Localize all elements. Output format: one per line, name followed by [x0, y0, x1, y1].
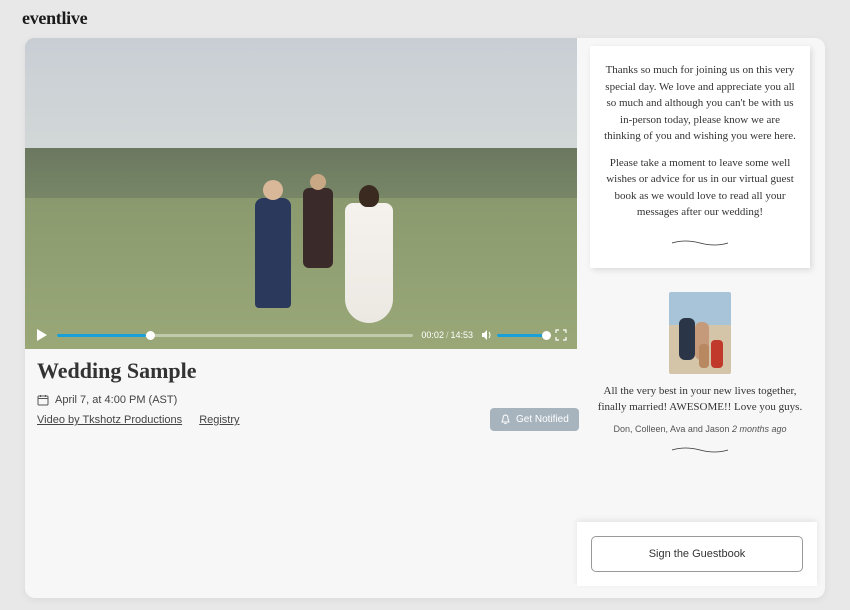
brand-logo[interactable]: eventlive [22, 8, 87, 29]
flourish-icon [670, 446, 730, 454]
volume-fill [497, 334, 547, 337]
volume-icon[interactable] [481, 329, 493, 341]
flourish-icon [670, 239, 730, 247]
brand-prefix: event [22, 8, 61, 28]
guestbook-time: 2 months ago [732, 424, 787, 434]
calendar-icon [37, 394, 49, 406]
photo-people [677, 318, 723, 368]
guestbook-signature: Don, Colleen, Ava and Jason 2 months ago [590, 424, 810, 434]
video-subjects [255, 178, 405, 318]
volume-control [481, 329, 547, 341]
sidebar: Thanks so much for joining us on this ve… [590, 46, 810, 466]
video-player[interactable]: 00:02/14:53 [25, 38, 577, 349]
credit-link[interactable]: Video by Tkshotz Productions [37, 414, 182, 426]
progress-fill [57, 334, 146, 337]
progress-bar[interactable] [57, 334, 413, 337]
fullscreen-icon[interactable] [555, 329, 567, 341]
duration: 14:53 [450, 330, 473, 340]
event-card: 00:02/14:53 Wedding Sample April 7, at 4… [25, 38, 825, 598]
host-message: Thanks so much for joining us on this ve… [590, 46, 810, 268]
registry-link[interactable]: Registry [199, 414, 239, 426]
current-time: 00:02 [421, 330, 444, 340]
brand-suffix: live [61, 8, 87, 28]
host-message-p2: Please take a moment to leave some well … [602, 155, 798, 221]
progress-thumb[interactable] [146, 331, 155, 340]
play-icon[interactable] [35, 328, 49, 342]
host-message-p1: Thanks so much for joining us on this ve… [602, 62, 798, 145]
notify-label: Get Notified [516, 414, 569, 425]
get-notified-button[interactable]: Get Notified [490, 408, 579, 431]
bride-figure [345, 203, 393, 323]
volume-thumb[interactable] [542, 331, 551, 340]
video-title: Wedding Sample [37, 358, 577, 384]
sign-guestbook-bar: Sign the Guestbook [577, 522, 817, 586]
volume-bar[interactable] [497, 334, 547, 337]
time-display: 00:02/14:53 [421, 330, 473, 340]
date-row: April 7, at 4:00 PM (AST) [37, 394, 577, 406]
video-controls: 00:02/14:53 [25, 321, 577, 349]
groom-figure [255, 198, 291, 308]
guestbook-message: All the very best in your new lives toge… [590, 384, 810, 416]
officiant-figure [303, 188, 333, 268]
guestbook-photo [669, 292, 731, 374]
bell-icon [500, 414, 511, 425]
sign-guestbook-button[interactable]: Sign the Guestbook [591, 536, 803, 572]
event-date: April 7, at 4:00 PM (AST) [55, 394, 177, 406]
guestbook-author: Don, Colleen, Ava and Jason [614, 424, 730, 434]
